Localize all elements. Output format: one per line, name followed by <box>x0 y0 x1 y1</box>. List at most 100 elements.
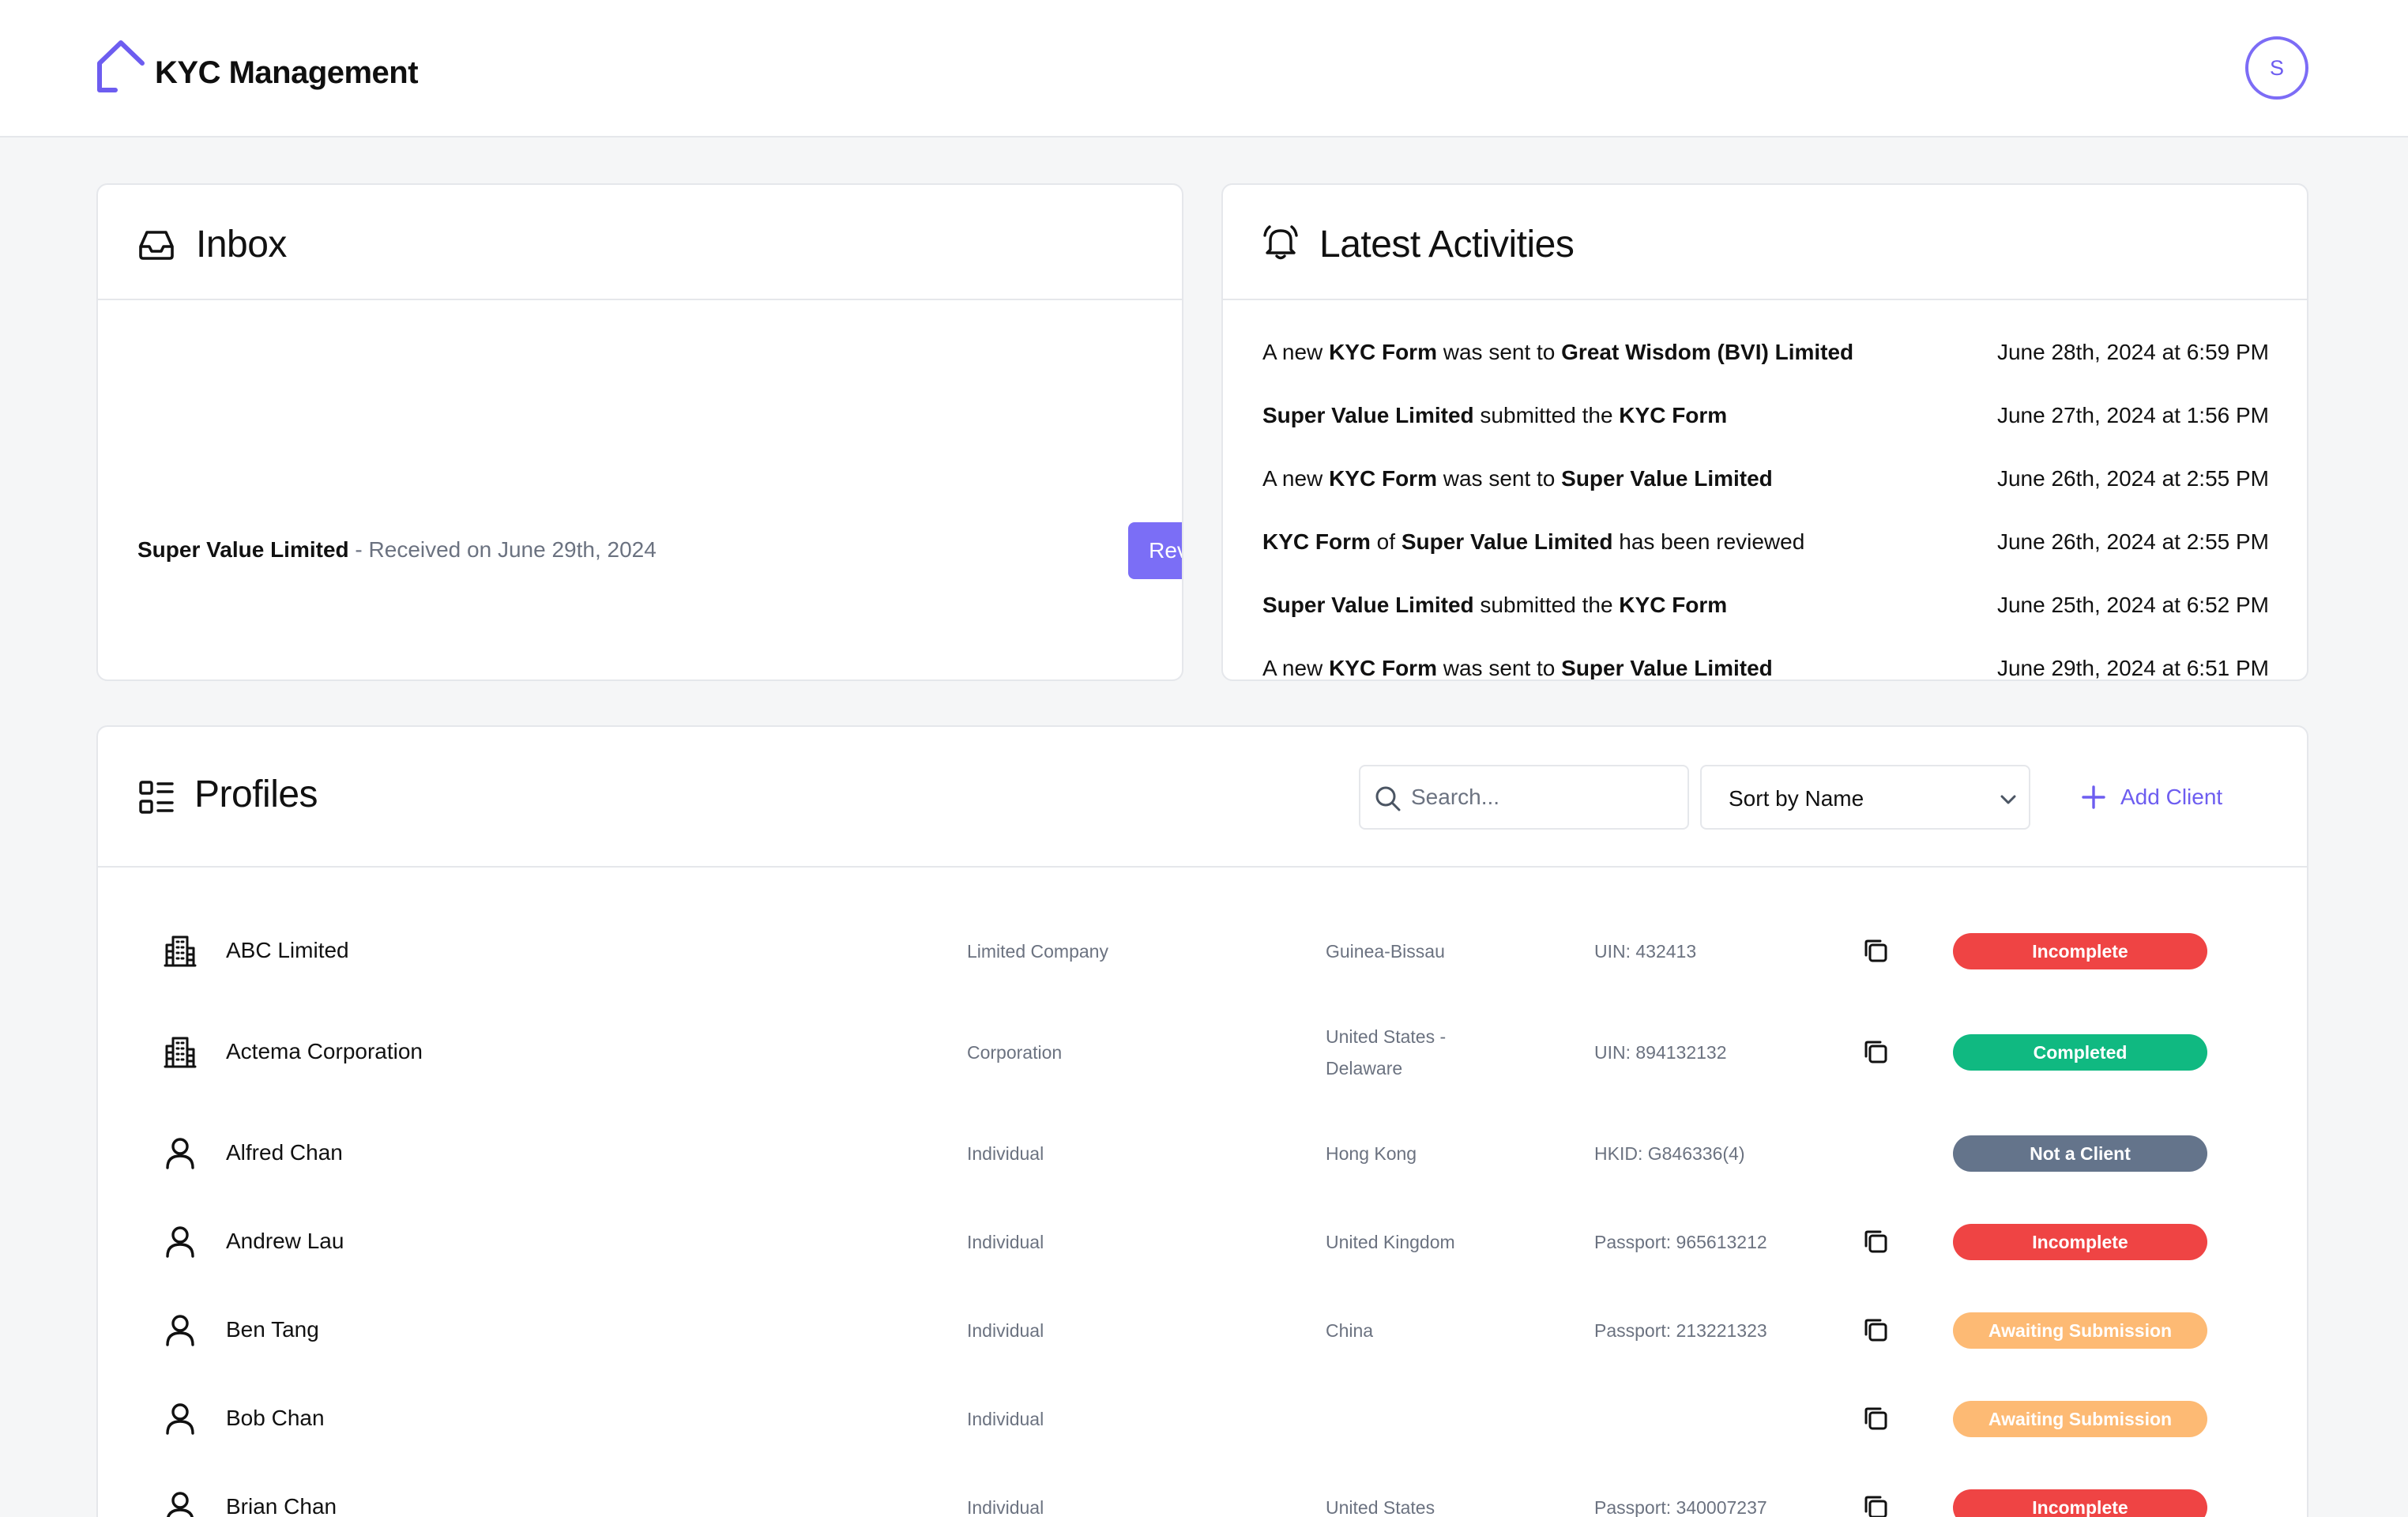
review-button[interactable]: Review <box>1128 522 1182 579</box>
inbox-item: Super Value Limited - Received on June 2… <box>137 537 657 563</box>
search-icon <box>1375 786 1401 811</box>
table-row[interactable]: ABC Limited Limited Company Guinea-Bissau U… <box>98 916 2307 987</box>
top-bar: KYC Management S <box>0 0 2408 137</box>
table-row[interactable]: Bob Chan Individual Awaiting Submission <box>98 1383 2307 1455</box>
chevron-down-icon <box>2000 795 2016 804</box>
profile-country: United States - <box>1326 1026 1447 1047</box>
copy-icon[interactable] <box>1863 1317 1890 1344</box>
activity-item: KYC Form of Super Value Limited has been… <box>1262 529 2269 561</box>
activities-card: Latest Activities A new KYC Form was sen… <box>1221 183 2308 681</box>
copy-icon[interactable] <box>1863 1494 1890 1517</box>
activity-text-part: submitted the <box>1473 593 1620 617</box>
sort-select-value: Sort by Name <box>1729 786 1864 811</box>
search-input[interactable] <box>1411 777 1672 817</box>
profile-type: Limited Company <box>967 941 1108 962</box>
profile-type: Individual <box>967 1232 1044 1252</box>
table-row[interactable]: Andrew Lau Individual United Kingdom Passpo… <box>98 1206 2307 1278</box>
bell-icon <box>1263 225 1298 260</box>
activity-text-bold: Great Wisdom (BVI) Limited <box>1561 340 1854 364</box>
add-client-button[interactable]: Add Client <box>2081 765 2271 830</box>
user-icon <box>166 1315 194 1346</box>
app-title: KYC Management <box>155 55 419 90</box>
profile-type: Individual <box>967 1409 1044 1429</box>
activity-text: Super Value Limited submitted the KYC Fo… <box>1262 403 1727 435</box>
sort-select[interactable]: Sort by Name <box>1700 765 2030 830</box>
profile-id: UIN: 432413 <box>1594 941 1697 962</box>
inbox-title: Inbox <box>196 224 287 265</box>
status-badge: Awaiting Submission <box>1953 1401 2207 1437</box>
profile-name: Actema Corporation <box>226 1039 423 1063</box>
status-badge: Completed <box>1953 1034 2207 1071</box>
user-icon <box>166 1403 194 1435</box>
profile-id: Passport: 965613212 <box>1594 1232 1767 1252</box>
activity-text: Super Value Limited submitted the KYC Fo… <box>1262 593 1727 624</box>
activity-date: June 26th, 2024 at 2:55 PM <box>1996 466 2269 491</box>
inbox-header: Inbox <box>98 185 1182 300</box>
activity-item: A new KYC Form was sent to Super Value L… <box>1262 466 2269 498</box>
search-box[interactable] <box>1359 765 1689 830</box>
activity-text-bold: KYC Form <box>1619 593 1728 617</box>
status-badge: Awaiting Submission <box>1953 1312 2207 1349</box>
inbox-card: Inbox Super Value Limited - Received on … <box>96 183 1183 681</box>
activity-text-bold: KYC Form <box>1619 403 1728 427</box>
activity-text-part: of <box>1370 529 1402 554</box>
activity-text-bold: KYC Form <box>1262 529 1371 554</box>
activity-date: June 25th, 2024 at 6:52 PM <box>1996 593 2269 617</box>
building-icon <box>164 935 197 967</box>
activity-text-bold: KYC Form <box>1329 340 1437 364</box>
activity-text: A new KYC Form was sent to Super Value L… <box>1262 656 1773 680</box>
table-row[interactable]: Actema Corporation Corporation United Stat… <box>98 1017 2307 1088</box>
activity-text-bold: Super Value Limited <box>1401 529 1613 554</box>
activity-date: June 29th, 2024 at 6:51 PM <box>1996 656 2269 680</box>
home-logo-icon[interactable] <box>95 38 147 96</box>
activity-text-bold: KYC Form <box>1329 466 1437 491</box>
plus-icon <box>2082 785 2105 809</box>
table-row[interactable]: Alfred Chan Individual Hong Kong HKID: G846… <box>98 1118 2307 1189</box>
profiles-card: Profiles Sort by Name Add Client ABC Lim… <box>96 725 2308 1517</box>
activity-text-part: was sent to <box>1436 340 1562 364</box>
activity-text-part: was sent to <box>1436 656 1562 680</box>
copy-icon[interactable] <box>1863 938 1890 965</box>
activity-text: A new KYC Form was sent to Super Value L… <box>1262 466 1773 498</box>
building-icon <box>164 1037 197 1068</box>
profile-id: Passport: 340007237 <box>1594 1497 1767 1517</box>
table-row[interactable]: Brian Chan Individual United States Passpor… <box>98 1472 2307 1517</box>
activity-text-bold: KYC Form <box>1329 656 1437 680</box>
status-badge: Incomplete <box>1953 933 2207 969</box>
profiles-header: Profiles Sort by Name Add Client <box>98 727 2307 868</box>
activity-text-bold: Super Value Limited <box>1262 593 1474 617</box>
profile-country: Hong Kong <box>1326 1143 1417 1164</box>
status-badge: Incomplete <box>1953 1489 2207 1517</box>
activity-date: June 27th, 2024 at 1:56 PM <box>1996 403 2269 427</box>
activity-text-part: was sent to <box>1436 466 1562 491</box>
activity-text: KYC Form of Super Value Limited has been… <box>1262 529 1804 561</box>
profile-name: Andrew Lau <box>226 1229 344 1253</box>
copy-icon[interactable] <box>1863 1039 1890 1066</box>
profile-type: Corporation <box>967 1042 1063 1063</box>
list-icon <box>139 781 174 814</box>
activity-text-part: A new <box>1262 340 1330 364</box>
profile-country: China <box>1326 1320 1374 1341</box>
activity-item: Super Value Limited submitted the KYC Fo… <box>1262 403 2269 435</box>
activity-date: June 26th, 2024 at 2:55 PM <box>1996 529 2269 554</box>
profile-type: Individual <box>967 1143 1044 1164</box>
status-badge: Incomplete <box>1953 1224 2207 1260</box>
activity-text: A new KYC Form was sent to Great Wisdom … <box>1262 340 1853 371</box>
activity-text-bold: Super Value Limited <box>1262 403 1474 427</box>
activity-text-bold: Super Value Limited <box>1561 656 1773 680</box>
profile-id: Passport: 213221323 <box>1594 1320 1767 1341</box>
user-avatar[interactable]: S <box>2245 36 2308 100</box>
activity-item: A new KYC Form was sent to Great Wisdom … <box>1262 340 2269 371</box>
user-icon <box>167 1492 194 1517</box>
copy-icon[interactable] <box>1863 1406 1890 1432</box>
activity-text-part: submitted the <box>1473 403 1620 427</box>
activity-item: A new KYC Form was sent to Super Value L… <box>1262 656 2269 680</box>
profile-country: United Kingdom <box>1326 1232 1455 1252</box>
profile-id: UIN: 894132132 <box>1594 1042 1727 1063</box>
activity-date: June 28th, 2024 at 6:59 PM <box>1996 340 2269 364</box>
profile-id: HKID: G846336(4) <box>1594 1143 1745 1164</box>
add-client-label: Add Client <box>2120 785 2223 809</box>
copy-icon[interactable] <box>1863 1229 1890 1255</box>
table-row[interactable]: Ben Tang Individual China Passport: 2132213… <box>98 1295 2307 1366</box>
profiles-title: Profiles <box>194 774 318 815</box>
